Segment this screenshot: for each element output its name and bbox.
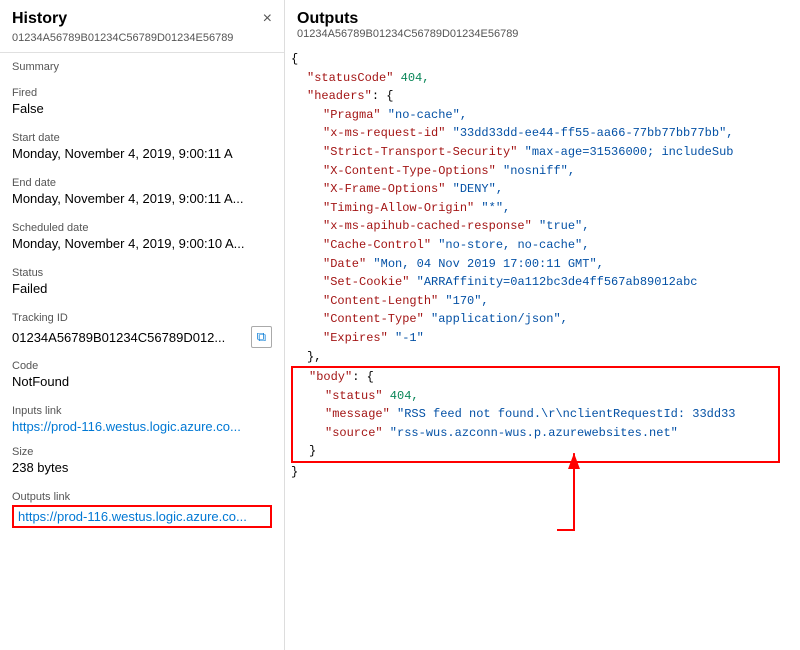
size-section: Size 238 bytes — [0, 438, 284, 483]
outputs-panel: Outputs 01234A56789B01234C56789D01234E56… — [285, 0, 800, 650]
outputs-title: Outputs — [297, 10, 788, 28]
status-label: Status — [12, 267, 272, 279]
json-line: "Strict-Transport-Security" "max-age=315… — [291, 143, 788, 162]
json-line: "X-Content-Type-Options" "nosniff", — [291, 162, 788, 181]
status-section: Status Failed — [0, 259, 284, 304]
start-date-section: Start date Monday, November 4, 2019, 9:0… — [0, 124, 284, 169]
outputs-run-id: 01234A56789B01234C56789D01234E56789 — [297, 28, 788, 40]
fired-label: Fired — [12, 87, 272, 99]
outputs-link-section: Outputs link https://prod-116.westus.log… — [0, 483, 284, 534]
json-line: "status" 404, — [293, 387, 774, 406]
json-line: "Content-Length" "170", — [291, 292, 788, 311]
json-line: } — [293, 442, 774, 461]
close-button[interactable]: × — [263, 11, 272, 27]
copy-tracking-id-button[interactable]: ⧉ — [251, 326, 272, 348]
body-highlight-box: "body": {"status" 404,"message" "RSS fee… — [291, 366, 780, 463]
size-label: Size — [12, 446, 272, 458]
start-date-label: Start date — [12, 132, 272, 144]
code-section: Code NotFound — [0, 352, 284, 397]
json-line: "message" "RSS feed not found.\r\nclient… — [293, 405, 774, 424]
json-line: "x-ms-request-id" "33dd33dd-ee44-ff55-aa… — [291, 124, 788, 143]
json-line: "x-ms-apihub-cached-response" "true", — [291, 217, 788, 236]
code-value: NotFound — [12, 374, 272, 389]
outputs-link-box: https://prod-116.westus.logic.azure.co..… — [12, 505, 272, 528]
history-header: History × — [0, 0, 284, 32]
json-output: {"statusCode" 404,"headers": {"Pragma" "… — [285, 44, 800, 650]
json-line: "Pragma" "no-cache", — [291, 106, 788, 125]
fired-section: Fired False — [0, 79, 284, 124]
fired-value: False — [12, 101, 272, 116]
json-line: "Timing-Allow-Origin" "*", — [291, 199, 788, 218]
json-line: "Set-Cookie" "ARRAffinity=0a112bc3de4ff5… — [291, 273, 788, 292]
json-line: } — [291, 463, 788, 482]
json-line: }, — [291, 348, 788, 367]
tracking-id-section: Tracking ID 01234A56789B01234C56789D012.… — [0, 304, 284, 352]
json-line: "Date" "Mon, 04 Nov 2019 17:00:11 GMT", — [291, 255, 788, 274]
size-value: 238 bytes — [12, 460, 272, 475]
json-line: "Expires" "-1" — [291, 329, 788, 348]
summary-label: Summary — [12, 61, 272, 73]
tracking-row: 01234A56789B01234C56789D012... ⧉ — [12, 326, 272, 348]
history-run-id: 01234A56789B01234C56789D01234E56789 — [0, 32, 284, 52]
tracking-id-label: Tracking ID — [12, 312, 272, 324]
end-date-section: End date Monday, November 4, 2019, 9:00:… — [0, 169, 284, 214]
json-line: "Content-Type" "application/json", — [291, 310, 788, 329]
end-date-label: End date — [12, 177, 272, 189]
outputs-header: Outputs 01234A56789B01234C56789D01234E56… — [285, 0, 800, 44]
scheduled-date-section: Scheduled date Monday, November 4, 2019,… — [0, 214, 284, 259]
json-line: "Cache-Control" "no-store, no-cache", — [291, 236, 788, 255]
json-line: "source" "rss-wus.azconn-wus.p.azurewebs… — [293, 424, 774, 443]
inputs-link-section: Inputs link https://prod-116.westus.logi… — [0, 397, 284, 438]
end-date-value: Monday, November 4, 2019, 9:00:11 A... — [12, 191, 272, 206]
json-line: "headers": { — [291, 87, 788, 106]
json-line: "X-Frame-Options" "DENY", — [291, 180, 788, 199]
scheduled-date-label: Scheduled date — [12, 222, 272, 234]
history-panel: History × 01234A56789B01234C56789D01234E… — [0, 0, 285, 650]
tracking-id-value: 01234A56789B01234C56789D012... — [12, 330, 245, 345]
code-label: Code — [12, 360, 272, 372]
json-line: "body": { — [293, 368, 774, 387]
history-title: History — [12, 10, 67, 28]
start-date-value: Monday, November 4, 2019, 9:00:11 A — [12, 146, 272, 161]
json-line: { — [291, 50, 788, 69]
copy-icon: ⧉ — [257, 329, 266, 345]
outputs-link-label: Outputs link — [12, 491, 272, 503]
status-value: Failed — [12, 281, 272, 296]
summary-section: Summary — [0, 53, 284, 79]
outputs-link[interactable]: https://prod-116.westus.logic.azure.co..… — [18, 509, 247, 524]
inputs-link[interactable]: https://prod-116.westus.logic.azure.co..… — [12, 419, 241, 434]
inputs-link-label: Inputs link — [12, 405, 272, 417]
scheduled-date-value: Monday, November 4, 2019, 9:00:10 A... — [12, 236, 272, 251]
json-line: "statusCode" 404, — [291, 69, 788, 88]
